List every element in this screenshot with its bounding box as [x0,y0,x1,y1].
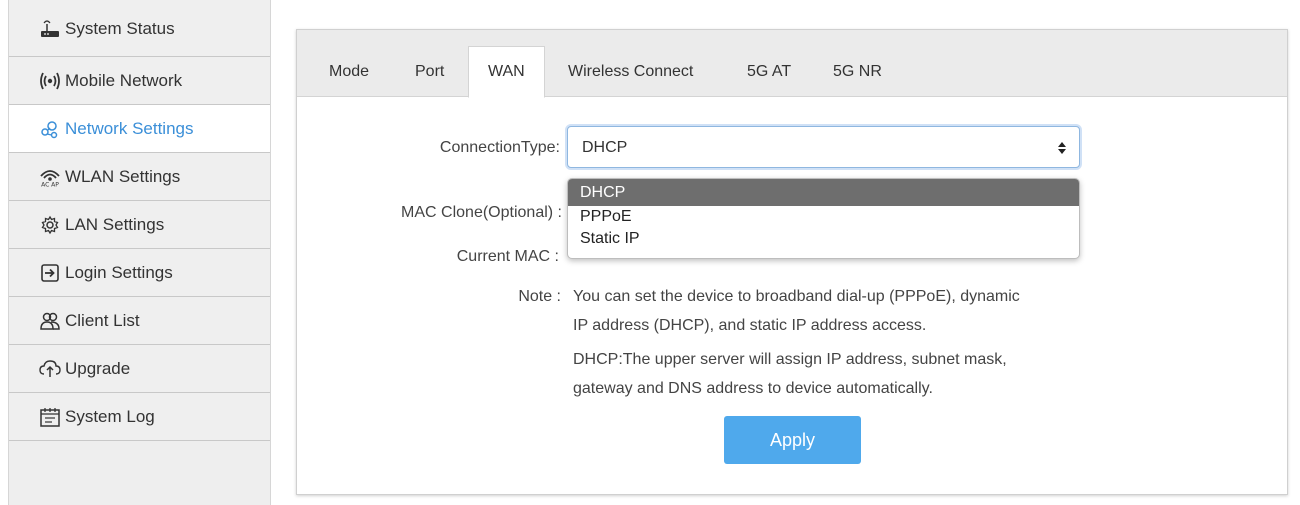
calendar-icon [39,407,61,427]
sidebar-item-label: Login Settings [65,262,173,282]
upgrade-icon [39,359,61,379]
current-mac-label: Current MAC : [456,248,559,265]
connection-type-label: ConnectionType: [439,139,560,156]
dhcp-description: DHCP:The upper server will assign IP add… [573,345,1093,403]
sidebar-item-system-status[interactable]: System Status [9,0,270,57]
note-line: DHCP:The upper server will assign IP add… [573,351,1007,368]
tab-port[interactable]: Port [415,47,444,97]
note-text: You can set the device to broadband dial… [573,282,1093,340]
sidebar-item-login-settings[interactable]: Login Settings [9,249,270,297]
sidebar-item-label: Network Settings [65,118,194,138]
sidebar-item-network-settings[interactable]: Network Settings [9,105,270,153]
tab-5g-at[interactable]: 5G AT [747,47,791,97]
sidebar-item-system-log[interactable]: System Log [9,393,270,441]
option-pppoe[interactable]: PPPoE [568,206,1079,228]
connection-type-dropdown[interactable]: DHCP PPPoE Static IP [567,178,1080,259]
tab-mode[interactable]: Mode [329,47,369,97]
tab-wan[interactable]: WAN [468,46,545,98]
sidebar: System Status Mobile Network Network Set… [8,0,271,505]
mac-clone-label: MAC Clone(Optional) : [401,204,562,221]
sidebar-item-label: System Log [65,406,155,426]
apply-button[interactable]: Apply [724,416,861,464]
select-updown-icon [1057,127,1067,173]
wan-settings-panel: Mode Port WAN Wireless Connect 5G AT 5G … [296,29,1288,495]
option-static-ip[interactable]: Static IP [568,228,1079,250]
tab-5g-nr[interactable]: 5G NR [833,47,882,97]
sidebar-item-wlan-settings[interactable]: AC AP WLAN Settings [9,153,270,201]
sidebar-item-label: System Status [65,19,175,38]
tab-wireless-connect[interactable]: Wireless Connect [568,47,693,97]
sidebar-item-label: Upgrade [65,358,131,378]
option-dhcp[interactable]: DHCP [568,179,1079,206]
note-line: You can set the device to broadband dial… [573,288,1020,305]
wifi-acap-icon: AC AP [39,167,61,187]
gear-icon [39,215,61,235]
note-line: gateway and DNS address to device automa… [573,380,933,397]
sidebar-item-label: WLAN Settings [65,166,181,186]
sidebar-item-label: Mobile Network [65,70,183,90]
sidebar-item-client-list[interactable]: Client List [9,297,270,345]
note-label: Note : [518,288,561,305]
sidebar-item-label: LAN Settings [65,214,165,234]
network-icon [39,119,61,139]
router-icon [39,19,61,39]
sidebar-item-upgrade[interactable]: Upgrade [9,345,270,393]
svg-text:AC AP: AC AP [41,181,59,187]
sidebar-item-mobile-network[interactable]: Mobile Network [9,57,270,105]
sidebar-item-lan-settings[interactable]: LAN Settings [9,201,270,249]
note-line: IP address (DHCP), and static IP address… [573,317,927,334]
sidebar-item-label: Client List [65,310,140,330]
users-icon [39,311,61,331]
connection-type-select[interactable]: DHCP [567,126,1080,168]
login-icon [39,263,61,283]
connection-type-value: DHCP [582,139,628,156]
signal-icon [39,71,61,91]
tab-bar: Mode Port WAN Wireless Connect 5G AT 5G … [297,30,1287,98]
